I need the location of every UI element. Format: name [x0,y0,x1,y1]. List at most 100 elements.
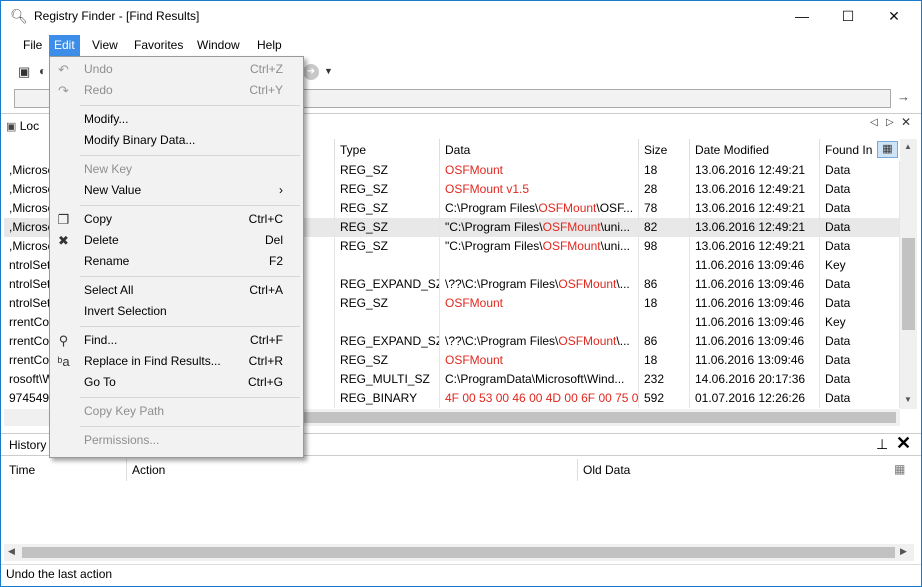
pin-icon[interactable]: ⊥ [876,436,888,453]
cell-data: OSFMount [440,161,639,180]
menu-item-label: New Value [84,183,142,197]
status-text: Undo the last action [6,567,113,581]
menu-item-label: Redo [84,83,113,97]
menu-file[interactable]: File [18,35,47,56]
menu-item-copy[interactable]: ❐ Copy Ctrl+C [50,209,303,230]
column-header-type[interactable]: Type [335,139,440,161]
history-column-action[interactable]: Action [127,459,578,481]
menu-item-label: Find... [84,333,118,347]
menu-item-shortcut: Ctrl+A [249,283,283,297]
cell-found: Data [820,275,900,294]
menu-item-label: Undo [84,62,113,76]
results-horizontal-scroll-thumb[interactable] [300,412,896,423]
menu-item-copy-key-path[interactable]: Copy Key Path [50,401,303,422]
cell-size: 18 [639,351,690,370]
tab-prev-icon[interactable]: ◁ [870,117,878,128]
menu-item-find[interactable]: ⚲ Find... Ctrl+F [50,330,303,351]
column-chooser-icon[interactable]: ▦ [877,141,898,158]
menu-edit[interactable]: Edit [49,35,80,56]
scroll-up-icon[interactable]: ▲ [904,142,912,151]
menu-item-modify-binary-data[interactable]: Modify Binary Data... [50,130,303,151]
cell-found: Data [820,389,900,408]
window-title: Registry Finder - [Find Results] [34,9,200,23]
menu-help[interactable]: Help [252,35,287,56]
cell-data [440,256,639,275]
maximize-button[interactable]: ☐ [825,1,871,31]
scroll-right-icon[interactable]: ▶ [900,546,907,557]
menu-item-label: Modify Binary Data... [84,133,196,147]
chevron-down-icon[interactable]: ▼ [324,66,333,76]
history-column-chooser-icon[interactable]: ▦ [894,462,905,476]
column-header-date-modified[interactable]: Date Modified [690,139,820,161]
cell-type: REG_SZ [335,294,440,313]
undo-icon: ↶ [58,62,69,77]
data-segment: C:\ProgramData\Microsoft\Wind... [445,372,625,386]
menu-item-invert-selection[interactable]: Invert Selection [50,301,303,322]
cell-type: REG_SZ [335,351,440,370]
history-close-icon[interactable]: ✕ [896,433,911,454]
menu-item-shortcut: Ctrl+Z [250,62,283,76]
data-segment: OSFMount [445,296,504,310]
menu-separator [80,426,300,427]
cell-data [440,313,639,332]
menu-favorites[interactable]: Favorites [129,35,188,56]
cell-found: Data [820,218,900,237]
menu-bar: File Edit View Favorites Window Help [1,34,921,56]
menu-item-replace-in-find-results[interactable]: ᵇa Replace in Find Results... Ctrl+R [50,351,303,372]
redo-icon: ↷ [58,83,69,98]
menu-item-label: Rename [84,254,130,268]
menu-item-label: New Key [84,162,133,176]
menu-item-new-value[interactable]: New Value › [50,180,303,201]
menu-item-label: Copy Key Path [84,404,165,418]
scroll-down-icon[interactable]: ▼ [904,395,912,404]
data-segment: 4F 00 53 00 46 00 4D 00 6F 00 75 00 ... [445,391,639,405]
data-segment: OSFMount [558,334,617,348]
menu-item-redo[interactable]: ↷ Redo Ctrl+Y [50,80,303,101]
cell-found: Data [820,332,900,351]
history-column-old-data[interactable]: Old Data [578,459,888,481]
computer-icon[interactable]: ▣ [18,64,36,80]
column-header-data[interactable]: Data [440,139,639,161]
menu-window[interactable]: Window [192,35,245,56]
menu-item-new-key[interactable]: New Key [50,159,303,180]
cell-type [335,313,440,332]
forward-icon[interactable]: ➔ [303,64,319,80]
scroll-left-icon[interactable]: ◀ [8,546,15,557]
cell-data: \??\C:\Program Files\OSFMount\... [440,332,639,351]
cell-size: 86 [639,332,690,351]
menu-item-undo[interactable]: ↶ Undo Ctrl+Z [50,59,303,80]
menu-item-modify[interactable]: Modify... [50,109,303,130]
cell-size: 98 [639,237,690,256]
cell-date: 11.06.2016 13:09:46 [690,351,820,370]
cell-data: 4F 00 53 00 46 00 4D 00 6F 00 75 00 ... [440,389,639,408]
close-button[interactable]: ✕ [871,1,917,31]
menu-item-label: Select All [84,283,134,297]
minimize-button[interactable]: — [779,1,825,31]
results-vertical-scroll-thumb[interactable] [902,238,915,330]
cell-date: 13.06.2016 12:49:21 [690,218,820,237]
menu-item-go-to[interactable]: Go To Ctrl+G [50,372,303,393]
menu-item-rename[interactable]: Rename F2 [50,251,303,272]
status-bar [1,564,921,586]
menu-item-select-all[interactable]: Select All Ctrl+A [50,280,303,301]
cell-date: 11.06.2016 13:09:46 [690,332,820,351]
tab-next-icon[interactable]: ▷ [886,117,894,128]
cell-type: REG_SZ [335,218,440,237]
column-header-size[interactable]: Size [639,139,690,161]
menu-view[interactable]: View [87,35,123,56]
history-horizontal-scroll-thumb[interactable] [22,547,895,558]
menu-item-permissions[interactable]: Permissions... [50,430,303,451]
edit-menu-dropdown: ↶ Undo Ctrl+Z ↷ Redo Ctrl+Y Modify... Modify Bi… [49,56,304,458]
menu-item-delete[interactable]: ✖ Delete Del [50,230,303,251]
cell-size: 232 [639,370,690,389]
cell-size: 592 [639,389,690,408]
cell-key-path: ,Microso [9,239,55,253]
go-arrow-icon[interactable]: → [897,89,913,107]
cell-type [335,256,440,275]
menu-item-shortcut: Ctrl+F [250,333,283,347]
tab-close-icon[interactable]: ✕ [901,115,911,129]
history-column-time[interactable]: Time [4,459,127,481]
cell-type: REG_BINARY [335,389,440,408]
cell-date: 13.06.2016 12:49:21 [690,180,820,199]
menu-item-shortcut: Ctrl+Y [249,83,283,97]
